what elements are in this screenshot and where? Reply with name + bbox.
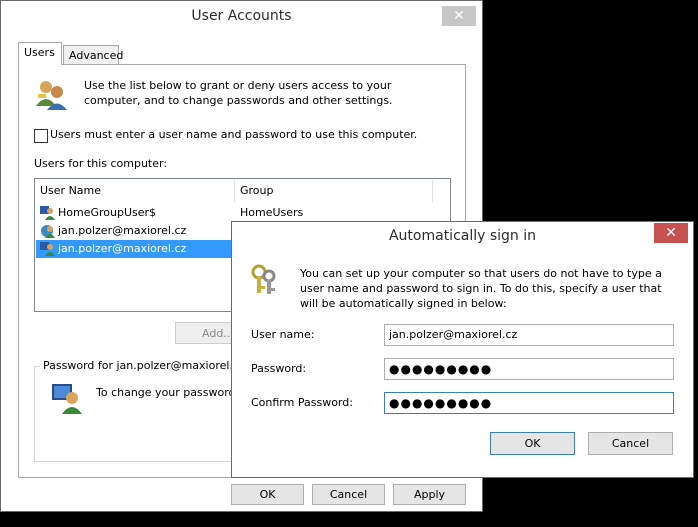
- user-icon: [40, 242, 55, 256]
- password-label: Password:: [251, 362, 307, 375]
- column-divider[interactable]: [432, 180, 433, 202]
- close-icon[interactable]: ✕: [442, 6, 476, 26]
- ok-button[interactable]: OK: [231, 484, 304, 505]
- dialog-title: Automatically sign in: [388, 228, 537, 244]
- password-input[interactable]: ●●●●●●●●●: [384, 358, 674, 380]
- confirm-password-input[interactable]: ●●●●●●●●●: [384, 392, 674, 414]
- dialog-cancel-button[interactable]: Cancel: [588, 432, 673, 455]
- window-title: User Accounts: [191, 8, 292, 24]
- dialog-ok-button[interactable]: OK: [490, 432, 575, 455]
- dialog-description: You can set up your computer so that use…: [300, 267, 662, 310]
- user-name: jan.polzer@maxiorel.cz: [58, 224, 187, 237]
- column-header-username[interactable]: User Name: [40, 180, 101, 202]
- close-icon[interactable]: ✕: [654, 223, 688, 243]
- require-password-checkbox[interactable]: [34, 129, 48, 143]
- user-name: jan.polzer@maxiorel.cz: [58, 242, 187, 255]
- users-icon: [36, 81, 67, 110]
- password-group-title: Password for jan.polzer@maxiorel.cz: [40, 359, 248, 372]
- apply-button[interactable]: Apply: [393, 484, 466, 505]
- tab-advanced[interactable]: Advanced: [63, 45, 123, 65]
- confirm-password-label: Confirm Password:: [251, 396, 353, 409]
- column-header-group[interactable]: Group: [240, 180, 274, 202]
- user-group: HomeUsers: [240, 206, 304, 219]
- user-name: HomeGroupUser$: [58, 206, 157, 219]
- cancel-button[interactable]: Cancel: [312, 484, 385, 505]
- user-password-icon: [52, 384, 82, 414]
- user-icon: [40, 206, 55, 220]
- keys-icon: [251, 264, 276, 294]
- users-list-heading: Users for this computer:: [34, 157, 168, 170]
- tab-users[interactable]: Users: [18, 42, 62, 65]
- require-password-label[interactable]: Users must enter a user name and passwor…: [50, 128, 417, 141]
- username-label: User name:: [251, 328, 315, 341]
- add-user-button[interactable]: Add...: [175, 322, 237, 344]
- user-icon: [41, 225, 55, 238]
- table-row[interactable]: HomeGroupUser$ HomeUsers: [36, 204, 449, 222]
- username-input[interactable]: jan.polzer@maxiorel.cz: [384, 324, 674, 346]
- change-password-text: To change your password: [96, 386, 236, 399]
- intro-text: Use the list below to grant or deny user…: [84, 79, 393, 107]
- column-divider[interactable]: [234, 180, 235, 202]
